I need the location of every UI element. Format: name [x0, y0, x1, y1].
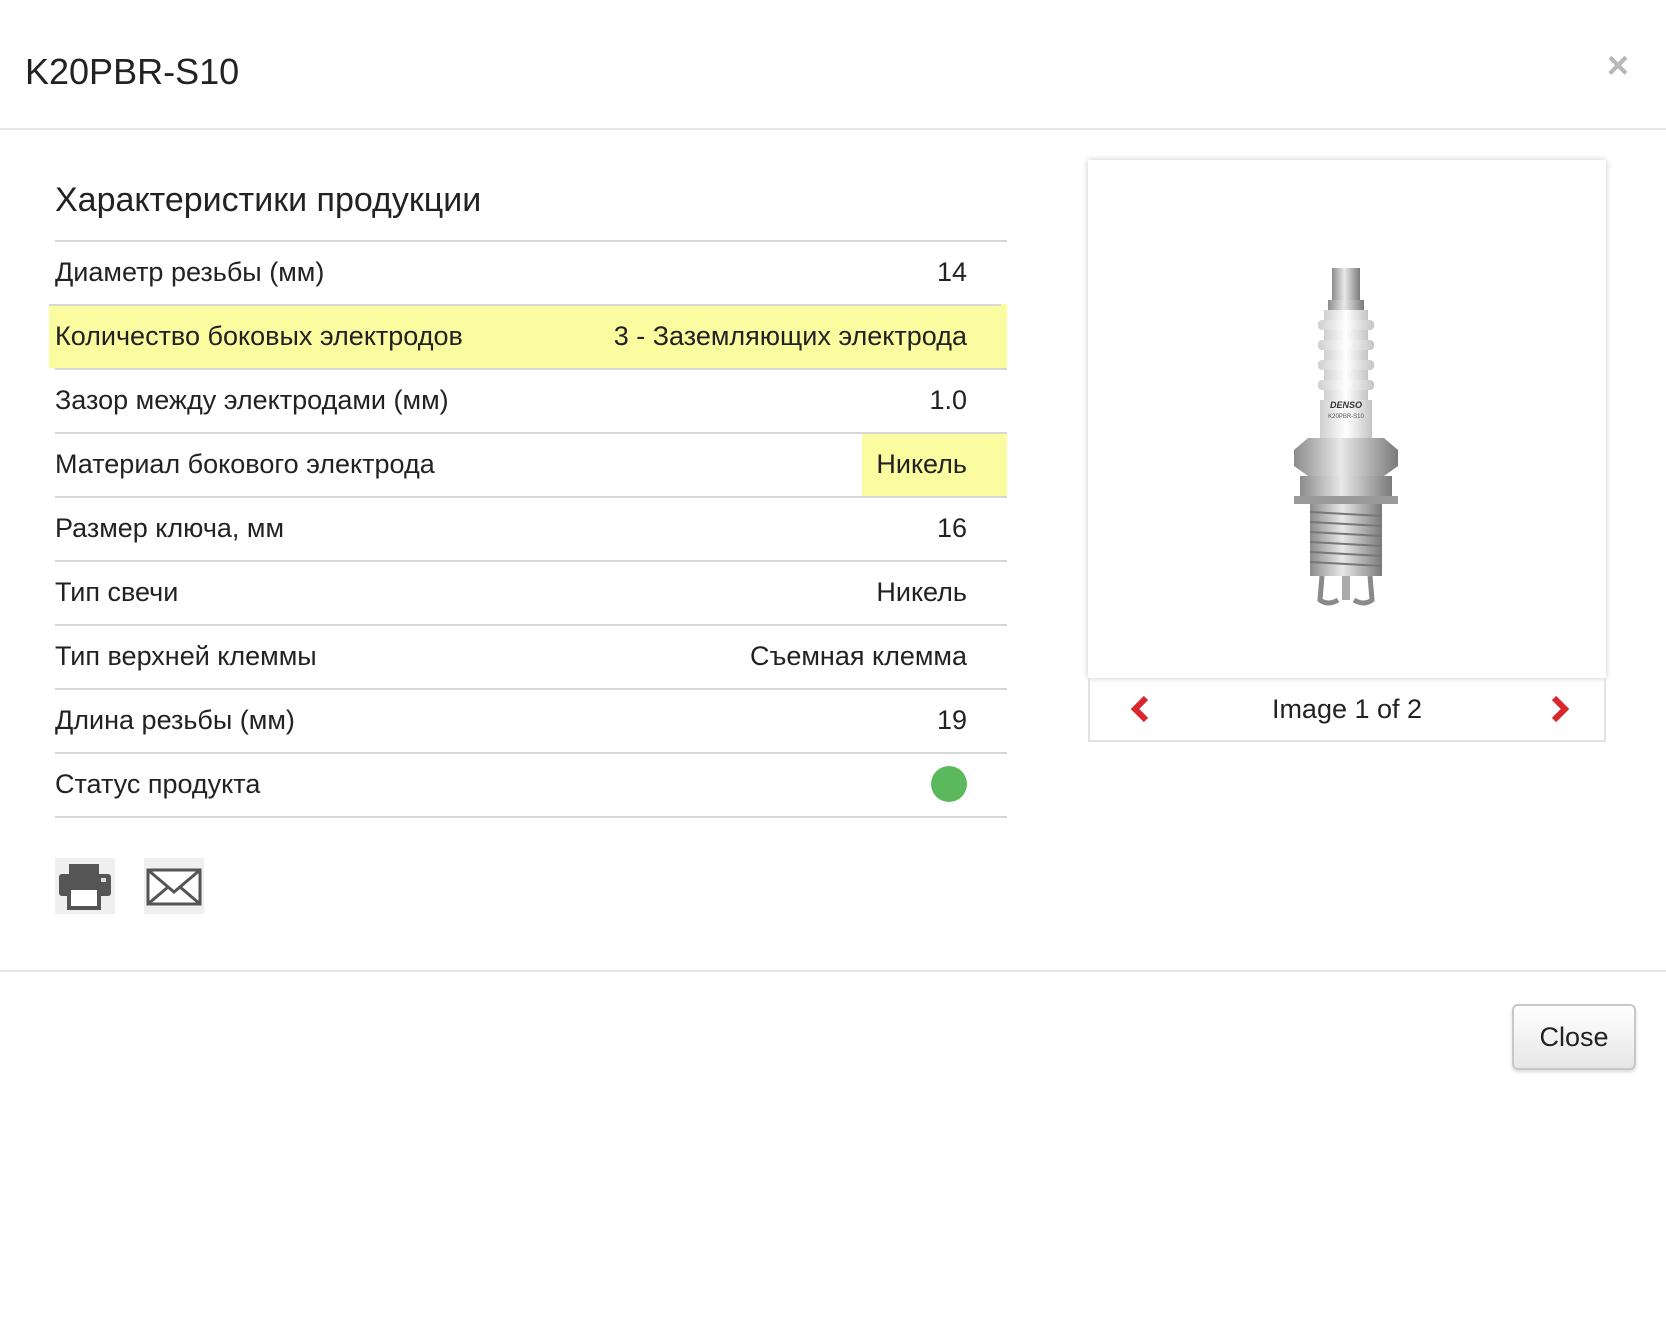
spec-value: 1.0: [929, 385, 967, 415]
product-modal: K20PBR-S10 × Характеристики продукции Ди…: [0, 0, 1666, 1322]
specs-heading: Характеристики продукции: [55, 181, 482, 219]
spec-label: Материал бокового электрода: [55, 449, 435, 479]
spec-row: Статус продукта: [55, 752, 1007, 816]
actions-bar: [55, 858, 229, 914]
spec-row: Длина резьбы (мм) 19: [55, 688, 1007, 752]
spec-value: 3 - Заземляющих электрода: [613, 321, 967, 351]
divider: [55, 816, 1007, 818]
image-counter: Image 1 of 2: [1271, 694, 1423, 724]
spark-plug-image[interactable]: DENSO K20PBR-S10: [1088, 160, 1606, 678]
spec-label: Размер ключа, мм: [55, 513, 285, 543]
close-button[interactable]: Close: [1512, 1004, 1636, 1070]
spec-value-highlighted: Никель: [862, 432, 1007, 496]
modal-header: K20PBR-S10 ×: [0, 0, 1666, 130]
spec-label: Статус продукта: [55, 769, 261, 799]
spec-label: Длина резьбы (мм): [55, 705, 295, 735]
chevron-right-icon[interactable]: [1544, 694, 1574, 724]
spec-row: Зазор между электродами (мм) 1.0: [55, 368, 1007, 432]
spec-label: Зазор между электродами (мм): [55, 385, 449, 415]
spec-label: Количество боковых электродов: [55, 321, 463, 351]
image-pager: Image 1 of 2: [1088, 678, 1606, 742]
modal-title: K20PBR-S10: [25, 51, 240, 92]
image-gallery: DENSO K20PBR-S10 Image 1 of 2: [1088, 160, 1606, 742]
close-icon[interactable]: ×: [1600, 47, 1636, 85]
spec-value: 14: [936, 257, 967, 287]
spec-row: Диаметр резьбы (мм) 14: [55, 240, 1007, 304]
printer-icon[interactable]: [55, 858, 115, 914]
spec-value: Съемная клемма: [749, 641, 967, 671]
status-indicator: [931, 766, 967, 802]
spec-row: Материал бокового электрода Никель: [55, 432, 1007, 496]
spec-label: Диаметр резьбы (мм): [55, 257, 325, 287]
spec-row-highlighted: Количество боковых электродов 3 - Заземл…: [49, 304, 1007, 368]
spec-label: Тип свечи: [55, 577, 179, 607]
spec-row: Тип свечи Никель: [55, 560, 1007, 624]
spec-label: Тип верхней клеммы: [55, 641, 317, 671]
envelope-icon[interactable]: [144, 858, 205, 914]
brand-mark: DENSO: [1330, 400, 1362, 410]
model-mark: K20PBR-S10: [1328, 414, 1364, 420]
spec-row: Размер ключа, мм 16: [55, 496, 1007, 560]
spec-row: Тип верхней клеммы Съемная клемма: [55, 624, 1007, 688]
spec-value: 16: [936, 513, 967, 543]
specs-table: Характеристики продукции Диаметр резьбы …: [49, 160, 1007, 818]
spec-value: Никель: [876, 577, 967, 607]
spec-value: 19: [936, 705, 967, 735]
footer-divider: [0, 970, 1666, 972]
